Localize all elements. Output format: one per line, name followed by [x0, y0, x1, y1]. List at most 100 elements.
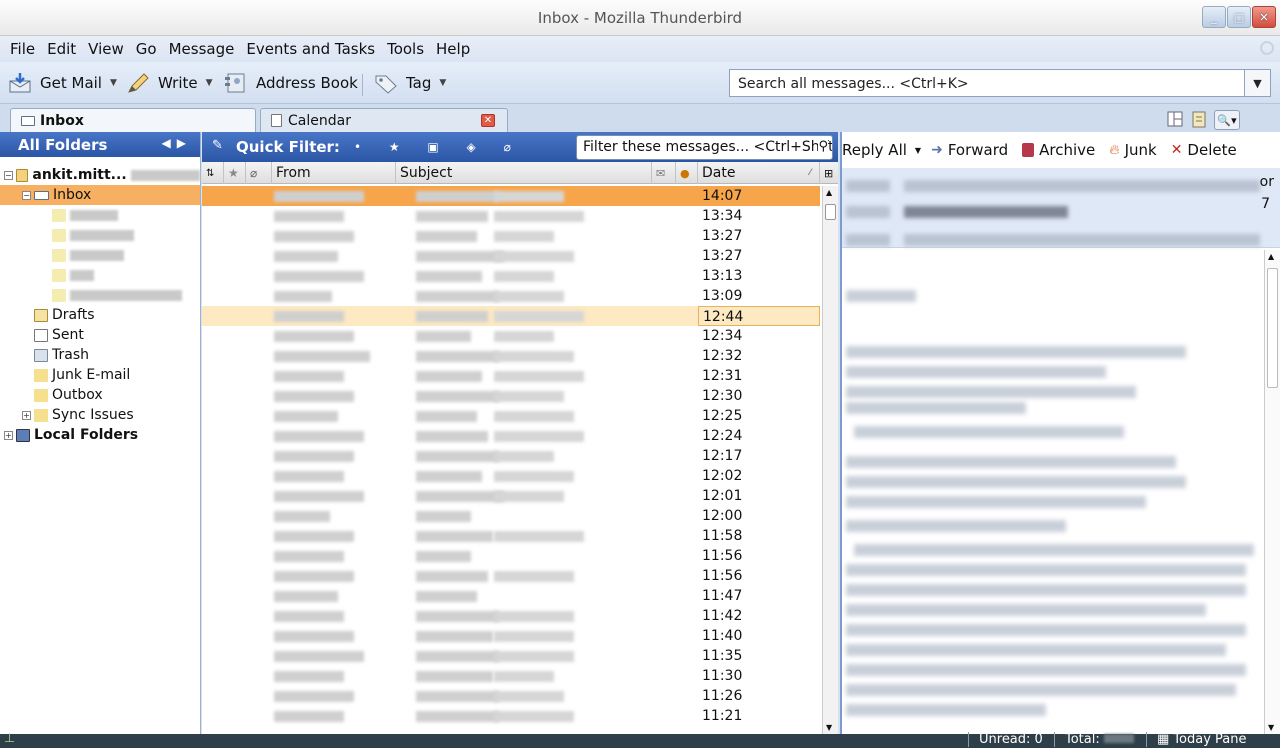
- scrollbar-thumb[interactable]: [825, 204, 836, 220]
- attachment-column-icon[interactable]: ⌀: [246, 162, 272, 184]
- menu-tools[interactable]: Tools: [381, 40, 430, 58]
- tab-inbox[interactable]: Inbox: [10, 108, 256, 132]
- layout-icon[interactable]: [1166, 110, 1184, 128]
- menu-events-and-tasks[interactable]: Events and Tasks: [240, 40, 381, 58]
- scroll-down-icon[interactable]: ▼: [826, 723, 832, 732]
- close-tab-icon[interactable]: ✕: [481, 114, 495, 127]
- folder-outbox[interactable]: Outbox: [0, 385, 200, 405]
- tab-calendar[interactable]: Calendar ✕: [260, 108, 508, 132]
- menu-message[interactable]: Message: [163, 40, 241, 58]
- tag-button[interactable]: Tag ▼: [374, 70, 446, 96]
- tasks-icon[interactable]: [1190, 110, 1208, 128]
- subfolder-row[interactable]: [0, 285, 200, 305]
- write-dropdown-icon[interactable]: ▼: [206, 78, 213, 88]
- online-status-icon[interactable]: ⊥: [4, 731, 15, 746]
- folder-sent[interactable]: Sent: [0, 325, 200, 345]
- message-row[interactable]: 12:00: [202, 506, 820, 526]
- message-row[interactable]: 13:34: [202, 206, 820, 226]
- message-row[interactable]: 11:21: [202, 706, 820, 726]
- search-all-messages-input[interactable]: Search all messages... <Ctrl+K> ▼: [729, 69, 1271, 97]
- folder-drafts[interactable]: Drafts: [0, 305, 200, 325]
- folder-sync-issues[interactable]: + Sync Issues: [0, 405, 200, 425]
- write-button[interactable]: Write ▼: [126, 70, 213, 96]
- scroll-up-icon[interactable]: ▲: [1268, 252, 1274, 261]
- message-row[interactable]: 13:13: [202, 266, 820, 286]
- thread-column-icon[interactable]: ⇅: [202, 162, 224, 184]
- message-row[interactable]: 13:27: [202, 226, 820, 246]
- filter-messages-input[interactable]: Filter these messages... <Ctrl+Shift+K> …: [576, 135, 833, 160]
- preview-scrollbar[interactable]: ▲ ▼: [1264, 250, 1280, 734]
- address-book-button[interactable]: Address Book: [224, 70, 358, 96]
- message-row[interactable]: 11:47: [202, 586, 820, 606]
- search-dropdown-icon[interactable]: ▼: [1244, 70, 1270, 96]
- message-row[interactable]: 11:56: [202, 546, 820, 566]
- folder-trash[interactable]: Trash: [0, 345, 200, 365]
- scrollbar-thumb[interactable]: [1267, 268, 1278, 388]
- message-row[interactable]: 11:58: [202, 526, 820, 546]
- junk-button[interactable]: 🔥︎ Junk: [1109, 141, 1156, 159]
- column-from[interactable]: From: [272, 162, 396, 184]
- delete-button[interactable]: ✕ Delete: [1171, 141, 1237, 159]
- minimize-button[interactable]: _: [1202, 6, 1226, 28]
- message-row[interactable]: 11:40: [202, 626, 820, 646]
- folder-view-arrows-icon[interactable]: ◀▶: [162, 136, 192, 150]
- message-row[interactable]: 12:17: [202, 446, 820, 466]
- folder-local-folders[interactable]: + Local Folders: [0, 425, 200, 445]
- menu-edit[interactable]: Edit: [41, 40, 82, 58]
- read-status-column-icon[interactable]: ✉: [652, 162, 676, 184]
- expand-icon[interactable]: +: [22, 410, 31, 420]
- collapse-icon[interactable]: −: [4, 170, 13, 180]
- folder-inbox[interactable]: − Inbox: [0, 185, 200, 205]
- get-mail-dropdown-icon[interactable]: ▼: [110, 78, 117, 88]
- message-row[interactable]: 12:34: [202, 326, 820, 346]
- message-row[interactable]: 11:56: [202, 566, 820, 586]
- get-mail-button[interactable]: Get Mail ▼: [8, 70, 117, 96]
- message-row[interactable]: 11:26: [202, 686, 820, 706]
- message-row[interactable]: 13:09: [202, 286, 820, 306]
- menu-file[interactable]: File: [4, 40, 41, 58]
- subfolder-row[interactable]: [0, 205, 200, 225]
- message-row[interactable]: 11:35: [202, 646, 820, 666]
- message-row[interactable]: 12:31: [202, 366, 820, 386]
- reply-all-button[interactable]: Reply All ▼: [842, 141, 921, 159]
- tag-dropdown-icon[interactable]: ▼: [439, 78, 446, 88]
- archive-button[interactable]: Archive: [1022, 141, 1095, 159]
- collapse-icon[interactable]: −: [22, 190, 31, 200]
- scroll-down-icon[interactable]: ▼: [1268, 723, 1274, 732]
- menu-help[interactable]: Help: [430, 40, 476, 58]
- maximize-button[interactable]: □: [1227, 6, 1251, 28]
- message-row[interactable]: 14:07: [202, 186, 820, 206]
- menu-go[interactable]: Go: [130, 40, 163, 58]
- message-row[interactable]: 12:24: [202, 426, 820, 446]
- junk-column-icon[interactable]: ●: [676, 162, 698, 184]
- message-row[interactable]: 12:32: [202, 346, 820, 366]
- folder-junk[interactable]: Junk E-mail: [0, 365, 200, 385]
- quick-filter-buttons[interactable]: • ★ ▣ ◈ ⌀: [354, 140, 523, 154]
- expand-icon[interactable]: +: [4, 430, 13, 440]
- search-options-icon[interactable]: 🔍▾: [1214, 110, 1240, 130]
- account-row[interactable]: − ankit.mitt...: [0, 165, 200, 185]
- close-window-button[interactable]: ✕: [1252, 6, 1276, 28]
- message-row[interactable]: 11:42: [202, 606, 820, 626]
- message-row[interactable]: 12:30: [202, 386, 820, 406]
- message-list-scrollbar[interactable]: ▲ ▼: [822, 186, 838, 734]
- subfolder-row[interactable]: [0, 265, 200, 285]
- message-row[interactable]: 11:30: [202, 666, 820, 686]
- forward-button[interactable]: ➜ Forward: [931, 141, 1008, 159]
- message-row[interactable]: 12:01: [202, 486, 820, 506]
- subfolder-row[interactable]: [0, 225, 200, 245]
- today-pane-toggle[interactable]: ▦ Today Pane: [1146, 732, 1247, 747]
- sticky-pin-icon[interactable]: ✎: [212, 138, 223, 153]
- column-subject[interactable]: Subject: [396, 162, 652, 184]
- scroll-up-icon[interactable]: ▲: [826, 188, 832, 197]
- reply-all-dropdown-icon[interactable]: ▼: [915, 146, 921, 155]
- menu-view[interactable]: View: [82, 40, 130, 58]
- column-picker-icon[interactable]: ⊞: [820, 162, 838, 184]
- message-row[interactable]: 13:27: [202, 246, 820, 266]
- message-row[interactable]: 12:02: [202, 466, 820, 486]
- subfolder-row[interactable]: [0, 245, 200, 265]
- star-column-icon[interactable]: ★: [224, 162, 246, 184]
- message-row[interactable]: 12:44: [202, 306, 820, 326]
- message-row[interactable]: 12:25: [202, 406, 820, 426]
- column-date[interactable]: Date ⁄: [698, 162, 820, 184]
